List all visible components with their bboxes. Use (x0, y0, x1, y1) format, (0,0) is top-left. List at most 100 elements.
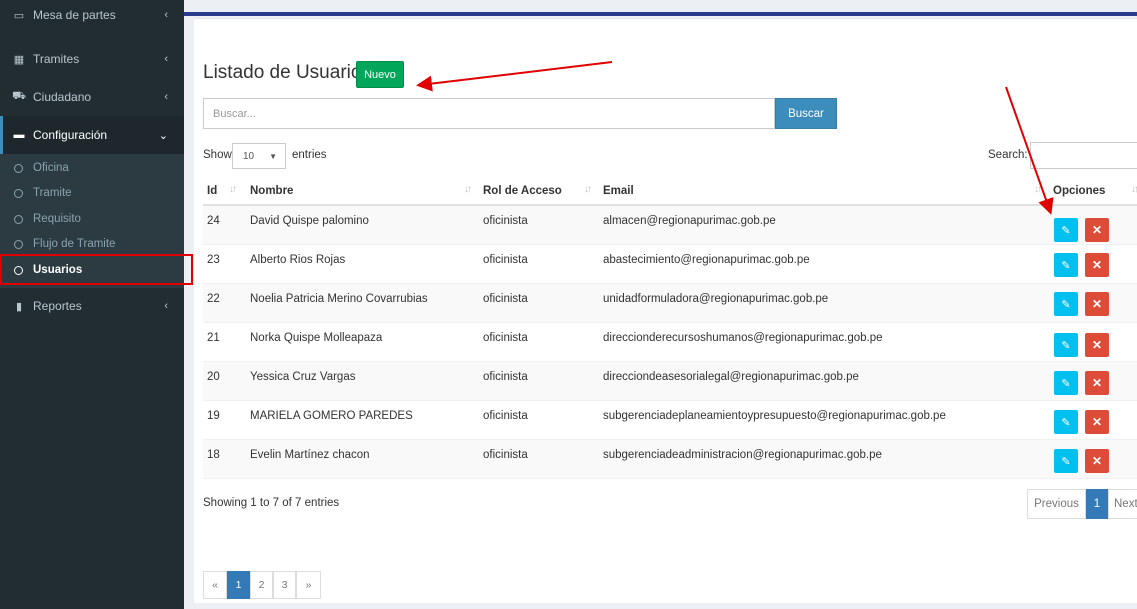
new-user-button[interactable]: Nuevo (356, 61, 404, 88)
annotation-highlight-box (0, 254, 193, 285)
close-icon: ✕ (1091, 376, 1103, 390)
sidebar-item-label: Reportes (33, 299, 82, 313)
sidebar-item-ciudadano[interactable]: ⛟ Ciudadano ‹ (0, 78, 184, 116)
cell-nombre: Alberto Rios Rojas (250, 254, 346, 266)
submenu-item-label: Tramite (33, 187, 72, 199)
search-input[interactable]: Buscar... (203, 98, 775, 129)
edit-button[interactable]: ✎ (1054, 292, 1078, 316)
column-header-id[interactable]: Id (207, 177, 217, 205)
edit-icon: ✎ (1061, 224, 1071, 237)
sort-icon: ↓↑ (584, 184, 592, 195)
cart-icon: ⛟ (12, 90, 26, 102)
edit-icon: ✎ (1061, 455, 1071, 468)
cell-nombre: David Quispe palomino (250, 215, 369, 227)
edit-button[interactable]: ✎ (1054, 253, 1078, 277)
sidebar-item-label: Configuración (33, 128, 108, 142)
edit-icon: ✎ (1061, 416, 1071, 429)
delete-button[interactable]: ✕ (1085, 253, 1109, 277)
cell-email: direccionderecursoshumanos@regionapurima… (603, 332, 883, 344)
edit-button[interactable]: ✎ (1054, 449, 1078, 473)
sidebar-item-mesa-de-partes[interactable]: ▭ Mesa de partes ‹ (0, 0, 184, 34)
cell-email: subgerenciadeplaneamientoypresupuesto@re… (603, 410, 946, 422)
close-icon: ✕ (1091, 415, 1103, 429)
search-button[interactable]: Buscar (775, 98, 837, 129)
cell-id: 19 (207, 410, 220, 422)
entries-label: entries (292, 149, 327, 161)
column-header-opciones[interactable]: Opciones (1053, 177, 1105, 205)
cell-nombre: Norka Quispe Molleapaza (250, 332, 383, 344)
cell-nombre: Yessica Cruz Vargas (250, 371, 356, 383)
circle-icon (14, 163, 23, 173)
delete-button[interactable]: ✕ (1085, 371, 1109, 395)
sidebar-item-reportes[interactable]: ▮ Reportes ‹ (0, 287, 184, 325)
entries-length-value: 10 (243, 150, 255, 162)
submenu-item-label: Oficina (33, 162, 69, 174)
table-info: Showing 1 to 7 of 7 entries (203, 497, 340, 509)
top-navbar (184, 0, 1137, 18)
sidebar-item-label: Ciudadano (33, 90, 92, 104)
column-header-nombre[interactable]: Nombre (250, 177, 293, 205)
cell-id: 18 (207, 449, 220, 461)
edit-button[interactable]: ✎ (1054, 218, 1078, 242)
edit-icon: ✎ (1061, 298, 1071, 311)
edit-button[interactable]: ✎ (1054, 333, 1078, 357)
edit-icon: ✎ (1061, 339, 1071, 352)
pager-first[interactable]: « (203, 571, 227, 599)
table-search-input[interactable] (1030, 142, 1137, 169)
cell-nombre: MARIELA GOMERO PAREDES (250, 410, 413, 422)
chevron-left-icon: ‹ (164, 9, 168, 21)
cell-id: 21 (207, 332, 220, 344)
cell-email: subgerenciadeadministracion@regionapurim… (603, 449, 882, 461)
cell-id: 22 (207, 293, 220, 305)
delete-button[interactable]: ✕ (1085, 410, 1109, 434)
circle-icon (14, 239, 23, 249)
close-icon: ✕ (1091, 258, 1103, 272)
sidebar-item-tramites[interactable]: ▦ Tramites ‹ (0, 40, 184, 78)
cell-nombre: Noelia Patricia Merino Covarrubias (250, 293, 428, 305)
cell-rol: oficinista (483, 332, 528, 344)
column-header-rol[interactable]: Rol de Acceso (483, 177, 562, 205)
chevron-left-icon: ‹ (164, 91, 168, 103)
cell-rol: oficinista (483, 371, 528, 383)
table-search-label: Search: (988, 149, 1028, 161)
sort-icon: ↓↑ (229, 184, 237, 195)
folder-icon: ▬ (13, 129, 25, 141)
pager-last[interactable]: » (296, 571, 321, 599)
delete-button[interactable]: ✕ (1085, 218, 1109, 242)
cell-id: 23 (207, 254, 220, 266)
pager-page[interactable]: 1 (227, 571, 250, 599)
caret-down-icon: ▼ (269, 152, 277, 161)
edit-icon: ✎ (1061, 259, 1071, 272)
submenu-item-flujo-de-tramite[interactable]: Flujo de Tramite (0, 232, 184, 256)
cell-email: direcciondeasesorialegal@regionapurimac.… (603, 371, 859, 383)
sort-icon: ↓↑ (1034, 184, 1042, 195)
next-page-button[interactable]: Next (1108, 489, 1137, 519)
pager-page[interactable]: 3 (273, 571, 296, 599)
delete-button[interactable]: ✕ (1085, 292, 1109, 316)
submenu-item-oficina[interactable]: Oficina (0, 156, 184, 180)
delete-button[interactable]: ✕ (1085, 333, 1109, 357)
close-icon: ✕ (1091, 454, 1103, 468)
submenu-item-tramite[interactable]: Tramite (0, 181, 184, 205)
cell-rol: oficinista (483, 293, 528, 305)
cell-rol: oficinista (483, 215, 528, 227)
current-page-button[interactable]: 1 (1086, 489, 1108, 519)
submenu-item-requisito[interactable]: Requisito (0, 207, 184, 231)
sidebar-item-configuracion[interactable]: ▬ Configuración ⌄ (0, 116, 184, 154)
column-header-email[interactable]: Email (603, 177, 634, 205)
entries-length-select[interactable]: 10 ▼ (232, 143, 286, 169)
cell-id: 20 (207, 371, 220, 383)
cell-id: 24 (207, 215, 220, 227)
cell-rol: oficinista (483, 254, 528, 266)
sort-icon: ↓↑ (464, 184, 472, 195)
delete-button[interactable]: ✕ (1085, 449, 1109, 473)
circle-icon (14, 188, 23, 198)
edit-button[interactable]: ✎ (1054, 410, 1078, 434)
submenu-item-label: Flujo de Tramite (33, 238, 116, 250)
submenu-item-label: Requisito (33, 213, 81, 225)
pager-page[interactable]: 2 (250, 571, 273, 599)
chevron-left-icon: ‹ (164, 300, 168, 312)
laptop-icon: ▭ (13, 9, 25, 22)
edit-button[interactable]: ✎ (1054, 371, 1078, 395)
previous-page-button[interactable]: Previous (1027, 489, 1086, 519)
